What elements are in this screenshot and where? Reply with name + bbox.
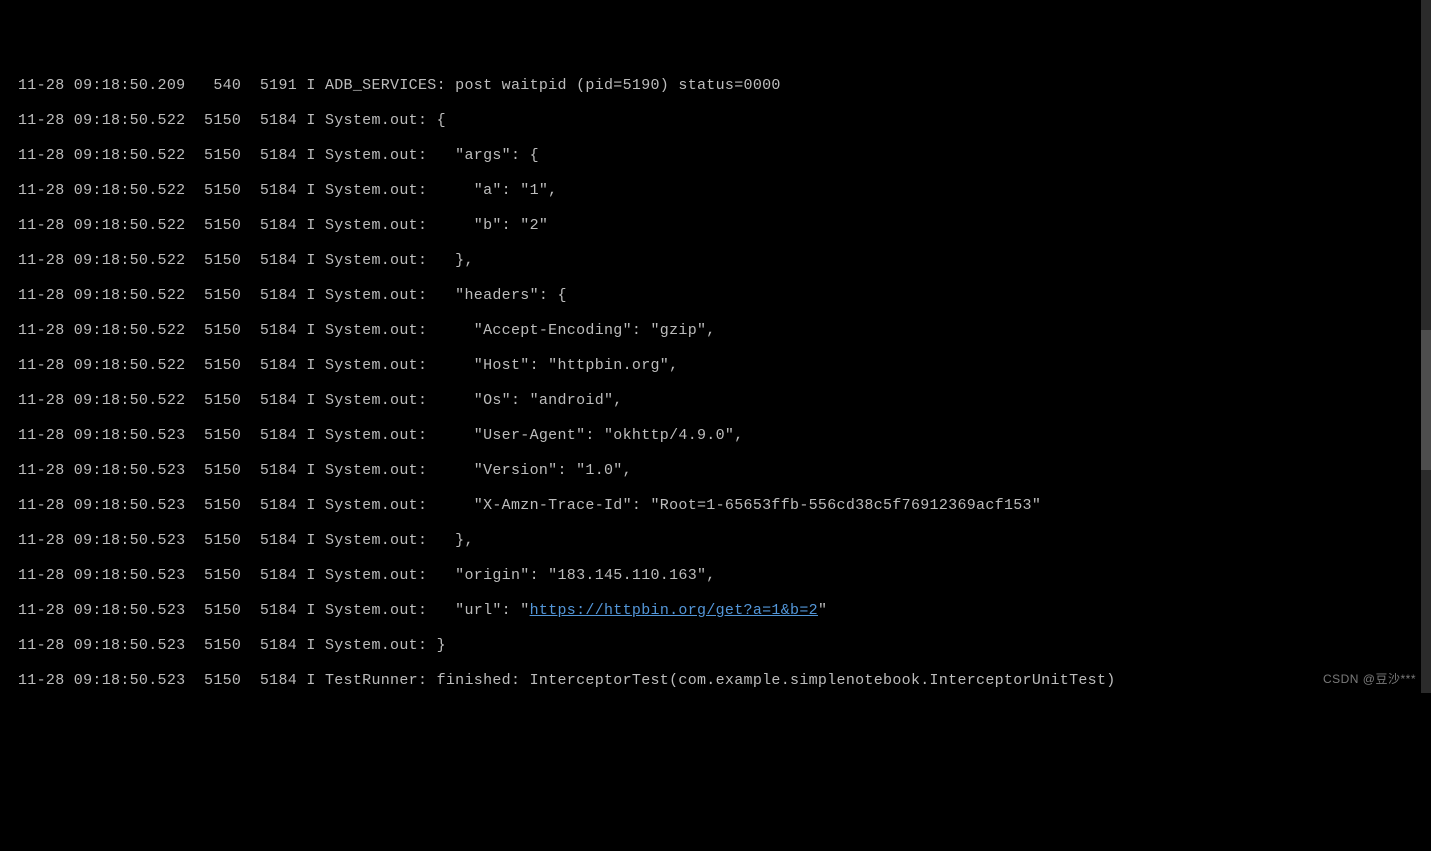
log-line: 11-28 09:18:50.522 5150 5184 I System.ou… [18,138,1431,173]
log-line: 11-28 09:18:50.522 5150 5184 I System.ou… [18,313,1431,348]
scrollbar-track[interactable] [1421,0,1431,693]
watermark: CSDN @豆沙*** [1323,670,1416,687]
log-line: 11-28 09:18:50.209 540 5191 I ADB_SERVIC… [18,68,1431,103]
log-line: 11-28 09:18:50.522 5150 5184 I System.ou… [18,383,1431,418]
log-line: 11-28 09:18:50.523 5150 5184 I System.ou… [18,418,1431,453]
log-output[interactable]: 11-28 09:18:50.209 540 5191 I ADB_SERVIC… [0,68,1431,698]
log-line: 11-28 09:18:50.523 5150 5184 I System.ou… [18,523,1431,558]
log-line: 11-28 09:18:50.523 5150 5184 I System.ou… [18,558,1431,593]
log-line: 11-28 09:18:50.523 5150 5184 I System.ou… [18,593,1431,628]
log-line: 11-28 09:18:50.522 5150 5184 I System.ou… [18,278,1431,313]
log-line: 11-28 09:18:50.523 5150 5184 I System.ou… [18,628,1431,663]
scrollbar-thumb[interactable] [1421,330,1431,470]
log-line: 11-28 09:18:50.523 5150 5184 I System.ou… [18,488,1431,523]
log-line: 11-28 09:18:50.523 5150 5184 I System.ou… [18,453,1431,488]
log-line: 11-28 09:18:50.522 5150 5184 I System.ou… [18,348,1431,383]
log-line: 11-28 09:18:50.522 5150 5184 I System.ou… [18,208,1431,243]
log-line: 11-28 09:18:50.522 5150 5184 I System.ou… [18,103,1431,138]
log-line: 11-28 09:18:50.522 5150 5184 I System.ou… [18,243,1431,278]
log-line: 11-28 09:18:50.522 5150 5184 I System.ou… [18,173,1431,208]
url-link[interactable]: https://httpbin.org/get?a=1&b=2 [530,602,818,619]
